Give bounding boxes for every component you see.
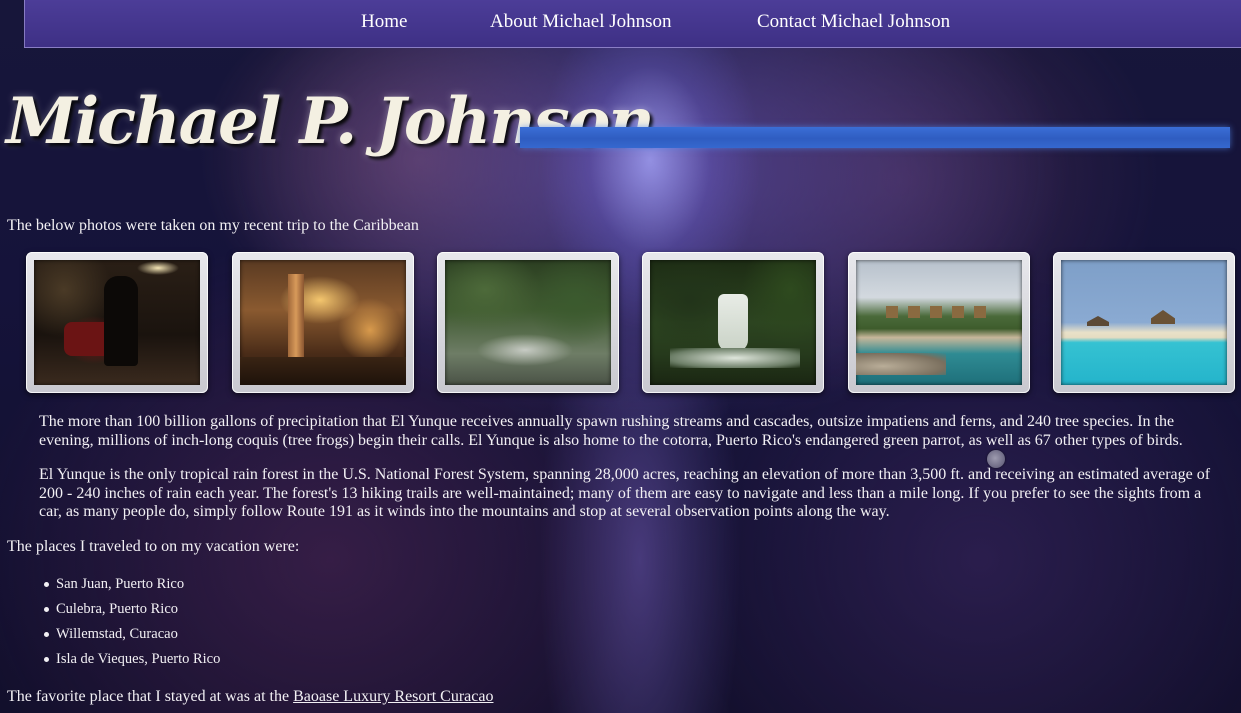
mouse-cursor-icon — [987, 450, 1005, 468]
favorite-prefix: The favorite place that I stayed at was … — [7, 688, 294, 705]
nav-link-contact[interactable]: Contact Michael Johnson — [757, 11, 950, 33]
top-nav-bar: Home About Michael Johnson Contact Micha… — [24, 0, 1241, 48]
list-item: Isla de Vieques, Puerto Rico — [43, 650, 220, 675]
list-item: Willemstad, Curacao — [43, 625, 220, 650]
photo-image — [650, 260, 816, 385]
photo-thumbnail-turquoise-sea[interactable] — [1053, 252, 1235, 393]
photo-thumbnail-resort-beach[interactable] — [848, 252, 1030, 393]
photo-image — [34, 260, 200, 385]
photo-thumbnail-horse-statue[interactable] — [26, 252, 208, 393]
nav-link-home[interactable]: Home — [361, 11, 407, 33]
photo-thumbnail-rainforest-stream[interactable] — [437, 252, 619, 393]
photo-thumbnail-waterfall[interactable] — [642, 252, 824, 393]
header-accent-bar — [520, 127, 1230, 148]
paragraph-rain-forest: El Yunque is the only tropical rain fore… — [39, 466, 1211, 520]
places-list: San Juan, Puerto Rico Culebra, Puerto Ri… — [43, 575, 220, 675]
intro-text: The below photos were taken on my recent… — [7, 217, 419, 234]
nav-link-about[interactable]: About Michael Johnson — [490, 11, 672, 33]
photo-image — [445, 260, 611, 385]
places-heading: The places I traveled to on my vacation … — [7, 538, 300, 555]
favorite-place-text: The favorite place that I stayed at was … — [7, 688, 493, 706]
resort-link[interactable]: Baoase Luxury Resort Curacao — [293, 688, 493, 705]
photo-image — [856, 260, 1022, 385]
list-item: Culebra, Puerto Rico — [43, 600, 220, 625]
paragraph-precipitation: The more than 100 billion gallons of pre… — [39, 413, 1183, 449]
photo-thumbnail-hotel-lobby[interactable] — [232, 252, 414, 393]
photo-image — [1061, 260, 1227, 385]
list-item: San Juan, Puerto Rico — [43, 575, 220, 600]
photo-image — [240, 260, 406, 385]
